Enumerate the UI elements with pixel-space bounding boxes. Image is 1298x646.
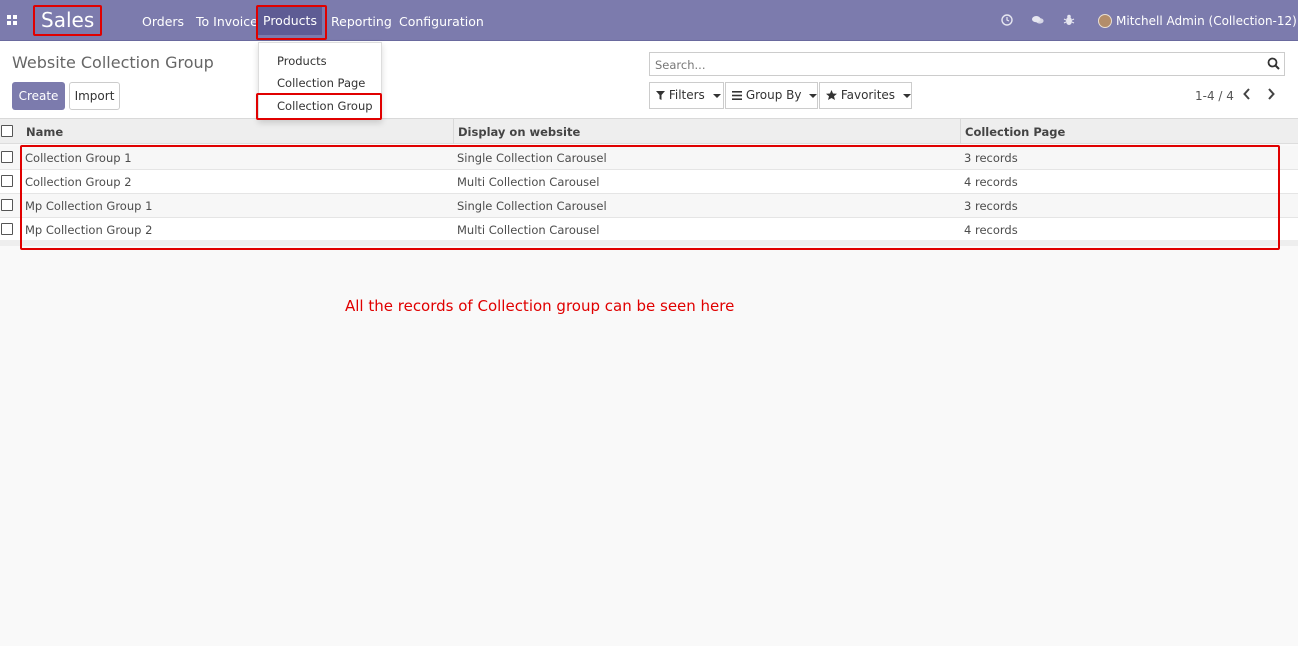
cell-name: Mp Collection Group 1 (25, 199, 153, 213)
table-header: Name Display on website Collection Page (0, 119, 1298, 144)
column-divider (453, 119, 454, 144)
bug-icon[interactable] (1063, 14, 1075, 26)
select-all-checkbox[interactable] (1, 125, 13, 137)
list-footer (0, 240, 1298, 246)
column-header-display[interactable]: Display on website (458, 125, 580, 139)
annotation-note: All the records of Collection group can … (345, 297, 735, 315)
search-input[interactable]: Search... (649, 52, 1285, 76)
app-brand[interactable]: Sales (41, 8, 94, 32)
column-divider (960, 119, 961, 144)
table-row[interactable]: Mp Collection Group 2 Multi Collection C… (0, 218, 1298, 242)
filter-icon (656, 91, 665, 100)
chevron-left-icon[interactable] (1242, 87, 1252, 101)
cell-collection-page: 4 records (964, 223, 1018, 237)
menu-reporting[interactable]: Reporting (331, 14, 392, 29)
cell-name: Collection Group 2 (25, 175, 132, 189)
column-header-name[interactable]: Name (26, 125, 63, 139)
cell-display: Single Collection Carousel (457, 199, 607, 213)
search-placeholder: Search... (655, 58, 706, 72)
page-title: Website Collection Group (12, 53, 214, 72)
search-icon[interactable] (1267, 57, 1280, 70)
favorites-button[interactable]: Favorites (819, 82, 912, 109)
menu-to-invoice[interactable]: To Invoice (196, 14, 258, 29)
user-name: Mitchell Admin (Collection-12) (1116, 14, 1297, 28)
chevron-right-icon[interactable] (1266, 87, 1276, 101)
group-by-button[interactable]: Group By (725, 82, 818, 109)
apps-icon[interactable] (7, 15, 18, 26)
table-row[interactable]: Collection Group 1 Single Collection Car… (0, 146, 1298, 170)
cell-collection-page: 3 records (964, 199, 1018, 213)
chevron-down-icon (902, 93, 911, 98)
star-icon (826, 90, 837, 100)
user-menu[interactable]: Mitchell Admin (Collection-12) (1116, 14, 1298, 28)
row-checkbox[interactable] (1, 199, 13, 211)
chevron-down-icon (809, 93, 818, 98)
cell-display: Multi Collection Carousel (457, 175, 600, 189)
top-navbar: Sales Orders To Invoice Products Reporti… (0, 0, 1298, 41)
pager-value[interactable]: 1-4 / 4 (1195, 89, 1234, 103)
filters-button[interactable]: Filters (649, 82, 724, 109)
dropdown-item-collection-page[interactable]: Collection Page (277, 76, 365, 90)
table-row[interactable]: Mp Collection Group 1 Single Collection … (0, 194, 1298, 218)
row-checkbox[interactable] (1, 175, 13, 187)
cell-name: Mp Collection Group 2 (25, 223, 153, 237)
row-checkbox[interactable] (1, 223, 13, 235)
favorites-label: Favorites (840, 88, 896, 102)
menu-products[interactable]: Products (258, 7, 322, 35)
list-icon (732, 91, 742, 100)
products-dropdown: Products Collection Page Collection Grou… (258, 42, 382, 120)
chevron-down-icon (712, 93, 721, 98)
clock-icon[interactable] (1001, 14, 1013, 26)
user-avatar[interactable] (1098, 14, 1112, 28)
cell-display: Single Collection Carousel (457, 151, 607, 165)
dropdown-item-products[interactable]: Products (277, 54, 327, 68)
row-checkbox[interactable] (1, 151, 13, 163)
menu-configuration[interactable]: Configuration (399, 14, 484, 29)
dropdown-item-collection-group[interactable]: Collection Group (277, 99, 373, 113)
menu-orders[interactable]: Orders (142, 14, 184, 29)
group-by-label: Group By (745, 88, 802, 102)
cell-name: Collection Group 1 (25, 151, 132, 165)
create-button[interactable]: Create (12, 82, 65, 110)
cell-display: Multi Collection Carousel (457, 223, 600, 237)
filters-label: Filters (668, 88, 705, 102)
import-button[interactable]: Import (69, 82, 120, 110)
table-row[interactable]: Collection Group 2 Multi Collection Caro… (0, 170, 1298, 194)
chat-icon[interactable] (1032, 14, 1044, 26)
cell-collection-page: 3 records (964, 151, 1018, 165)
cell-collection-page: 4 records (964, 175, 1018, 189)
column-header-collection-page[interactable]: Collection Page (965, 125, 1065, 139)
